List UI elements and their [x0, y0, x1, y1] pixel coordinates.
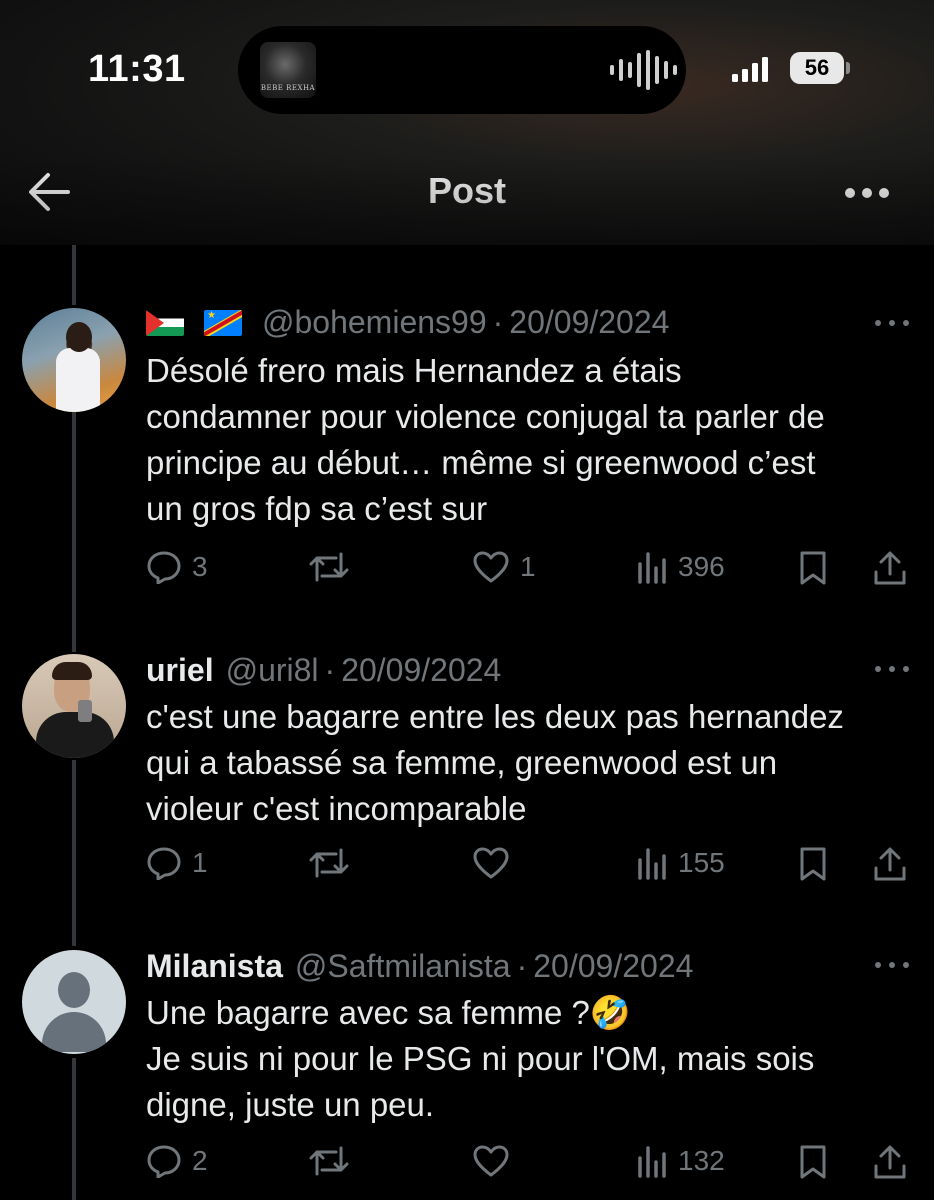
- tweet-header: ★ @bohemiens99 · 20/09/2024: [146, 304, 669, 341]
- bookmark-icon: [800, 1145, 826, 1179]
- repost-icon: [309, 1146, 349, 1176]
- views-button[interactable]: 396: [636, 550, 725, 584]
- display-name[interactable]: Milanista: [146, 948, 283, 985]
- tweet-text: c'est une bagarre entre les deux pas her…: [146, 698, 844, 827]
- palestine-flag-icon: [146, 309, 184, 336]
- tweet-header: Milanista @Saftmilanista · 20/09/2024: [146, 948, 693, 985]
- status-and-nav-bar: 11:31 BEBE REXHA 56 Post: [0, 0, 934, 245]
- share-icon: [874, 1145, 906, 1179]
- like-button[interactable]: 1: [472, 550, 536, 584]
- thread-connector: [72, 245, 76, 305]
- arrow-left-icon: [29, 173, 70, 211]
- more-options-button[interactable]: [842, 182, 892, 204]
- bookmark-button[interactable]: [798, 550, 828, 586]
- like-count: 1: [520, 551, 536, 582]
- share-icon: [874, 551, 906, 585]
- bookmark-button[interactable]: [798, 1144, 828, 1180]
- heart-icon: [473, 1145, 509, 1177]
- views-count: 396: [678, 551, 725, 582]
- avatar[interactable]: [22, 950, 126, 1054]
- views-button[interactable]: 132: [636, 1144, 725, 1178]
- repost-icon: [309, 848, 349, 878]
- audio-waveform-icon: [610, 50, 677, 90]
- reply-button[interactable]: 1: [146, 846, 208, 880]
- share-button[interactable]: [872, 550, 908, 586]
- share-button[interactable]: [872, 846, 908, 882]
- repost-button[interactable]: [308, 1144, 360, 1178]
- display-name[interactable]: uriel: [146, 652, 214, 689]
- heart-icon: [473, 847, 509, 879]
- user-handle[interactable]: @bohemiens99: [262, 304, 487, 341]
- tweet-date[interactable]: 20/09/2024: [533, 948, 693, 985]
- thread-connector: [72, 412, 76, 652]
- tweet-text: Une bagarre avec sa femme ?🤣 Je suis ni …: [146, 994, 815, 1123]
- separator-dot: ·: [324, 652, 336, 688]
- reply-count: 3: [192, 551, 208, 582]
- reply-bubble-icon: [147, 847, 181, 880]
- now-playing-artwork: BEBE REXHA: [260, 42, 316, 98]
- repost-button[interactable]: [308, 550, 360, 584]
- tweet-actions: 2 132: [0, 1144, 934, 1188]
- tweet-date[interactable]: 20/09/2024: [509, 304, 669, 341]
- like-button[interactable]: [472, 846, 520, 880]
- views-count: 155: [678, 847, 725, 878]
- battery-tip: [846, 62, 850, 74]
- tweet-more-button[interactable]: [872, 958, 912, 972]
- tweet-more-button[interactable]: [872, 662, 912, 676]
- like-button[interactable]: [472, 1144, 520, 1178]
- share-button[interactable]: [872, 1144, 908, 1180]
- views-bar-chart-icon: [638, 848, 666, 880]
- tweet-actions: 1 155: [0, 846, 934, 890]
- tweet-text: Désolé frero mais Hernandez a étais cond…: [146, 352, 825, 527]
- reply-bubble-icon: [147, 1145, 181, 1178]
- share-icon: [874, 847, 906, 881]
- battery-level: 56: [804, 55, 830, 80]
- reply-bubble-icon: [147, 551, 181, 584]
- bookmark-button[interactable]: [798, 846, 828, 882]
- status-time: 11:31: [88, 48, 186, 90]
- bookmark-icon: [800, 847, 826, 881]
- user-handle[interactable]: @uri8l: [226, 652, 319, 689]
- reply-button[interactable]: 3: [146, 550, 208, 584]
- repost-icon: [309, 552, 349, 582]
- reply-count: 1: [192, 847, 208, 878]
- heart-icon: [473, 551, 509, 583]
- back-button[interactable]: [26, 170, 72, 214]
- tweet-header: uriel @uri8l · 20/09/2024: [146, 652, 501, 689]
- user-handle[interactable]: @Saftmilanista: [295, 948, 511, 985]
- battery-icon: 56: [790, 52, 844, 84]
- tweet-actions: 3 1 396: [0, 550, 934, 594]
- more-horizontal-icon: [875, 320, 909, 326]
- tweet-more-button[interactable]: [872, 316, 912, 330]
- avatar[interactable]: [22, 654, 126, 758]
- reply-count: 2: [192, 1145, 208, 1176]
- dr-congo-flag-icon: ★: [204, 309, 242, 336]
- reply-button[interactable]: 2: [146, 1144, 208, 1178]
- avatar[interactable]: [22, 308, 126, 412]
- views-bar-chart-icon: [638, 552, 666, 584]
- views-button[interactable]: 155: [636, 846, 725, 880]
- more-horizontal-icon: [875, 962, 909, 968]
- tweet-date[interactable]: 20/09/2024: [341, 652, 501, 689]
- separator-dot: ·: [516, 948, 528, 984]
- now-playing-art-text: BEBE REXHA: [260, 84, 316, 92]
- more-horizontal-icon: [845, 188, 889, 198]
- separator-dot: ·: [492, 304, 504, 340]
- repost-button[interactable]: [308, 846, 360, 880]
- more-horizontal-icon: [875, 666, 909, 672]
- cellular-signal-icon: [732, 56, 768, 82]
- bookmark-icon: [800, 551, 826, 585]
- page-title: Post: [427, 170, 506, 211]
- views-count: 132: [678, 1145, 725, 1176]
- views-bar-chart-icon: [638, 1146, 666, 1178]
- dynamic-island[interactable]: BEBE REXHA: [238, 26, 686, 114]
